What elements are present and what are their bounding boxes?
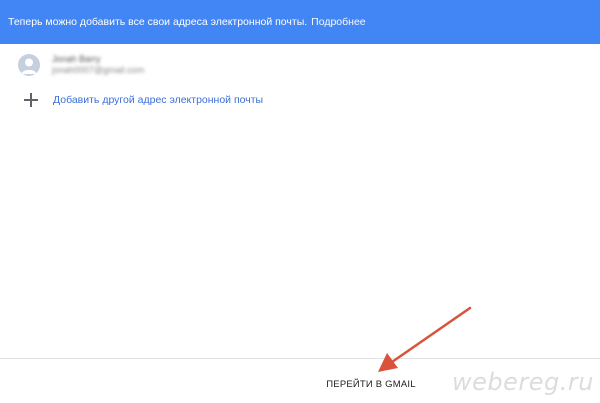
gmail-accounts-screen: Теперь можно добавить все свои адреса эл… bbox=[0, 0, 600, 403]
red-arrow-annotation bbox=[378, 306, 472, 372]
watermark: webereg.ru bbox=[452, 368, 594, 396]
